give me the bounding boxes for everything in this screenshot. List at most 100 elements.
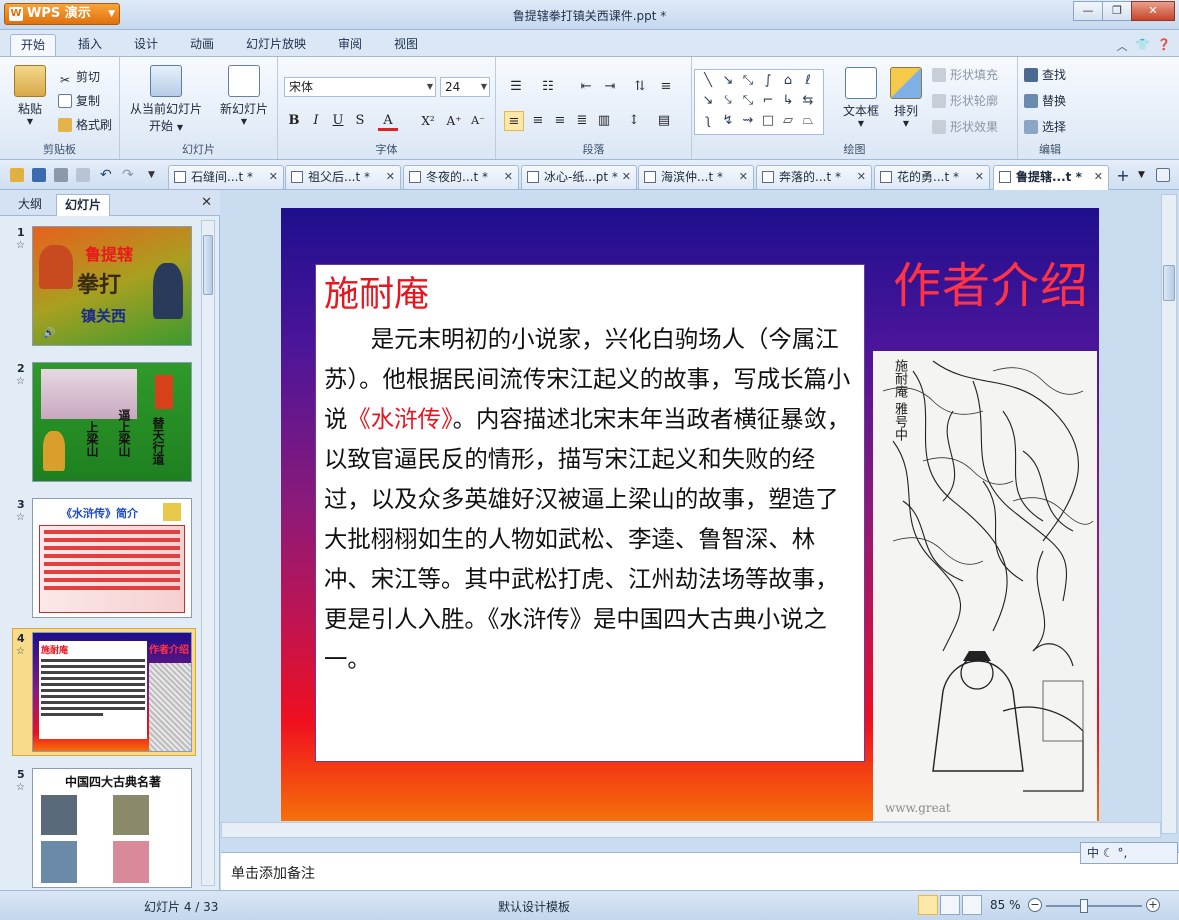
- scribble-shape-icon[interactable]: ℓ: [799, 72, 817, 90]
- zoom-out-button[interactable]: −: [1028, 898, 1042, 912]
- slide-thumbnail-3[interactable]: 《水浒传》简介: [32, 498, 192, 618]
- document-tab[interactable]: 冰心-纸...pt * ✕: [521, 165, 637, 189]
- select-button[interactable]: 选择: [1024, 117, 1066, 137]
- elbow-double-arrow-icon[interactable]: ⤡: [739, 92, 757, 110]
- slide-horizontal-scrollbar[interactable]: [221, 822, 1161, 838]
- close-tab-icon[interactable]: ✕: [269, 166, 278, 188]
- line-spacing-icon[interactable]: ↕: [624, 111, 644, 131]
- slide-heading[interactable]: 作者介绍: [893, 246, 1089, 316]
- window-mode-icon[interactable]: [1156, 168, 1170, 182]
- rectangle-shape-icon[interactable]: □: [759, 112, 777, 130]
- superscript-button[interactable]: X²: [418, 111, 438, 131]
- numbered-list-icon[interactable]: ☷: [538, 77, 558, 97]
- chevron-up-icon[interactable]: ︿: [1117, 38, 1128, 54]
- bold-button[interactable]: B: [284, 111, 304, 131]
- maximize-button[interactable]: ❐: [1102, 1, 1132, 21]
- line-shape-icon[interactable]: ╲: [699, 72, 717, 90]
- justify-icon[interactable]: ≣: [572, 111, 592, 131]
- font-name-select[interactable]: 宋体 ▼: [284, 77, 436, 97]
- document-tab[interactable]: 石缝间...t * ✕: [168, 165, 284, 189]
- shi-naian-portrait-image[interactable]: 施耐庵 雅号中 www.great: [873, 351, 1097, 821]
- tab-list-chevron-icon[interactable]: ▼: [1138, 168, 1152, 182]
- close-tab-icon[interactable]: ✕: [1094, 166, 1103, 188]
- document-tab[interactable]: 花的勇...t * ✕: [874, 165, 990, 189]
- close-icon[interactable]: ✕: [201, 195, 212, 210]
- align-left-icon[interactable]: ≡: [504, 111, 524, 131]
- close-tab-icon[interactable]: ✕: [739, 166, 748, 188]
- tab-slideshow[interactable]: 幻灯片放映: [236, 34, 316, 56]
- close-tab-icon[interactable]: ✕: [622, 166, 631, 188]
- help-icon[interactable]: ❓: [1157, 38, 1171, 54]
- close-button[interactable]: ✕: [1131, 1, 1175, 21]
- tab-view[interactable]: 视图: [384, 34, 428, 56]
- italic-button[interactable]: I: [306, 111, 326, 131]
- customize-toolbar-icon[interactable]: ▼: [148, 168, 162, 182]
- normal-view-button[interactable]: [918, 895, 938, 915]
- shape-outline-button[interactable]: 形状轮廓: [932, 91, 998, 111]
- slide-canvas[interactable]: 作者介绍 施耐庵 是元末明初的小说家，兴化白驹场人（今属江苏）。他根据民间流传宋…: [281, 208, 1099, 821]
- zoom-in-button[interactable]: +: [1146, 898, 1160, 912]
- notes-pane[interactable]: 单击添加备注: [221, 852, 1179, 890]
- text-direction-icon[interactable]: ⇅: [630, 77, 650, 97]
- slideshow-view-button[interactable]: [962, 895, 982, 915]
- elbow-arrow-icon[interactable]: ⤥: [719, 92, 737, 110]
- tab-design[interactable]: 设计: [124, 34, 168, 56]
- format-painter-button[interactable]: 格式刷: [58, 115, 112, 135]
- curve-shape-icon[interactable]: ∫: [759, 72, 777, 90]
- find-button[interactable]: 查找: [1024, 65, 1066, 85]
- arrange-button[interactable]: 排列 ▼: [888, 67, 924, 128]
- align-text-icon[interactable]: ≡: [656, 77, 676, 97]
- tab-outline[interactable]: 大纲: [10, 194, 50, 216]
- align-center-icon[interactable]: ≡: [528, 111, 548, 131]
- grow-font-button[interactable]: A⁺: [444, 111, 464, 131]
- slide-thumbnail-4[interactable]: 施耐庵 作者介绍: [32, 632, 192, 752]
- document-tab[interactable]: 奔落的...t * ✕: [756, 165, 872, 189]
- tab-home[interactable]: 开始: [10, 34, 57, 56]
- decrease-indent-icon[interactable]: ⇤: [576, 77, 596, 97]
- slide-thumbnail-5[interactable]: 中国四大古典名著: [32, 768, 192, 888]
- double-arrow-shape-icon[interactable]: ⤡: [739, 72, 757, 90]
- distribute-icon[interactable]: ▥: [594, 111, 614, 131]
- tab-animation[interactable]: 动画: [180, 34, 224, 56]
- author-textbox[interactable]: 施耐庵 是元末明初的小说家，兴化白驹场人（今属江苏）。他根据民间流传宋江起义的故…: [315, 264, 865, 762]
- tab-review[interactable]: 审阅: [328, 34, 372, 56]
- connector-shape-icon[interactable]: ⌐: [759, 92, 777, 110]
- shape-effect-button[interactable]: 形状效果: [932, 117, 998, 137]
- font-color-button[interactable]: A: [378, 111, 398, 131]
- zoom-slider-track[interactable]: [1046, 905, 1142, 907]
- close-tab-icon[interactable]: ✕: [386, 166, 395, 188]
- thumbnail-scrollbar[interactable]: [201, 220, 215, 886]
- slide-thumbnail-2[interactable]: 上梁山 逼上梁山 替天行道: [32, 362, 192, 482]
- slide-sorter-view-button[interactable]: [940, 895, 960, 915]
- scrollbar-thumb[interactable]: [203, 235, 213, 295]
- textbox-button[interactable]: 文本框 ▼: [838, 67, 884, 128]
- shirt-icon[interactable]: 👕: [1136, 38, 1150, 54]
- paste-button[interactable]: 粘贴 ▼: [8, 65, 52, 126]
- play-from-current-button[interactable]: 从当前幻灯片 开始 ▼: [126, 65, 206, 134]
- replace-button[interactable]: 替换: [1024, 91, 1066, 111]
- zoom-slider-handle[interactable]: [1080, 899, 1088, 913]
- open-folder-icon[interactable]: [10, 168, 24, 182]
- shape-fill-button[interactable]: 形状填充: [932, 65, 998, 85]
- columns-icon[interactable]: ▤: [654, 111, 674, 131]
- tab-insert[interactable]: 插入: [68, 34, 112, 56]
- increase-indent-icon[interactable]: ⇥: [600, 77, 620, 97]
- curved-double-icon[interactable]: ⇝: [739, 112, 757, 130]
- connector-arrow-icon[interactable]: ↳: [779, 92, 797, 110]
- shapes-gallery[interactable]: ╲ ↘ ⤡ ∫ ⌂ ℓ ↘ ⤥ ⤡ ⌐ ↳ ⇆ ʅ ↯ ⇝ □ ▱ ⏢: [694, 69, 824, 135]
- parallelogram-shape-icon[interactable]: ▱: [779, 112, 797, 130]
- minimize-button[interactable]: —: [1073, 1, 1103, 21]
- curved-connector-icon[interactable]: ʅ: [699, 112, 717, 130]
- document-tab[interactable]: 冬夜的...t * ✕: [403, 165, 519, 189]
- close-tab-icon[interactable]: ✕: [857, 166, 866, 188]
- connector-double-icon[interactable]: ⇆: [799, 92, 817, 110]
- ime-toolbar[interactable]: 中 ☾ °,: [1080, 842, 1178, 864]
- document-tab[interactable]: 鲁提辖...t * ✕: [993, 165, 1109, 190]
- document-tab[interactable]: 海滨仲...t * ✕: [638, 165, 754, 189]
- close-tab-icon[interactable]: ✕: [504, 166, 513, 188]
- elbow-connector-icon[interactable]: ↘: [699, 92, 717, 110]
- font-size-select[interactable]: 24 ▼: [440, 77, 490, 97]
- scrollbar-thumb[interactable]: [1163, 265, 1175, 301]
- bullet-list-icon[interactable]: ☰: [506, 77, 526, 97]
- save-icon[interactable]: [32, 168, 46, 182]
